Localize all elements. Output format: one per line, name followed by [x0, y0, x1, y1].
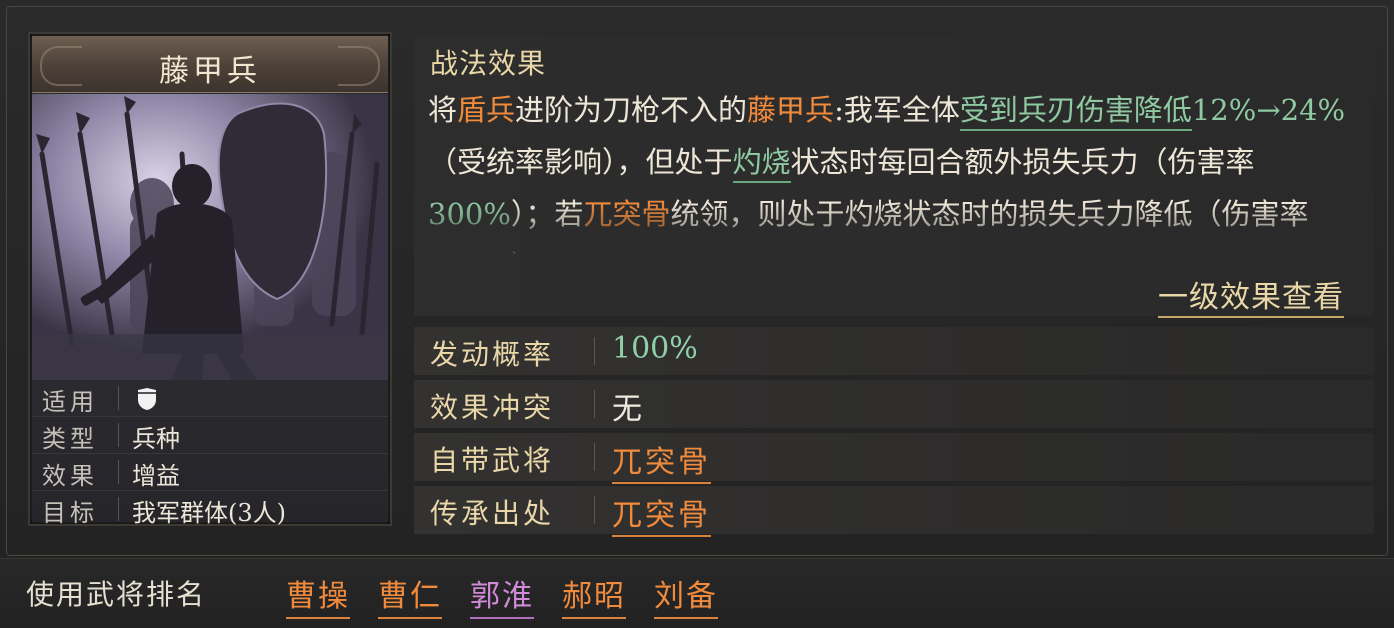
description-text: 进阶为刀枪不入的	[515, 93, 748, 127]
stat-key: 适用	[42, 388, 98, 416]
stat-value: 兵种	[132, 425, 180, 453]
description-text: :我军全体	[834, 93, 960, 127]
general-ranking-bar: 使用武将排名 曹操 曹仁 郭淮 郝昭 刘备	[0, 558, 1394, 628]
prop-key: 自带武将	[430, 444, 555, 477]
description-highlight: 受到兵刃伤害降低	[959, 93, 1192, 131]
shield-icon	[138, 388, 156, 410]
stat-row-effect: 效果 增益	[32, 454, 388, 491]
ranking-label: 使用武将排名	[26, 578, 207, 611]
stat-row-applicable: 适用	[32, 380, 388, 417]
prop-key: 传承出处	[430, 497, 555, 530]
general-link-caoren[interactable]: 曹仁	[378, 571, 442, 619]
prop-divider	[594, 443, 595, 471]
description-highlight: 灼烧	[732, 145, 791, 183]
description-highlight: 250%	[428, 249, 511, 254]
stat-value: 增益	[132, 462, 180, 490]
prop-key: 发动概率	[430, 338, 555, 371]
description-text: 将	[428, 93, 458, 127]
stat-row-type: 类型 兵种	[32, 417, 388, 454]
tactic-detail-window: 藤甲兵 适用 类型 兵种 效果 增益 目标 我军群体(3人) 战法效果 将盾兵进…	[0, 0, 1394, 628]
conflict-value: 无	[612, 392, 642, 427]
trigger-rate-value: 100%	[612, 331, 698, 366]
general-link-haozhao[interactable]: 郝昭	[562, 571, 626, 619]
general-link-liubei[interactable]: 刘备	[654, 571, 718, 619]
effect-title: 战法效果	[430, 47, 547, 80]
stat-divider	[118, 386, 119, 410]
card-title-bar: 藤甲兵	[32, 36, 388, 93]
prop-divider	[594, 337, 595, 365]
description-highlight: 盾兵	[457, 93, 516, 127]
stat-key: 类型	[42, 425, 98, 453]
general-link-caocao[interactable]: 曹操	[286, 571, 350, 619]
description-text: 统领，则处于灼烧状态时的损失兵力降低（伤害率	[670, 197, 1309, 231]
prop-row-own-general: 自带武将 兀突骨	[414, 433, 1374, 484]
description-highlight: 300%	[428, 197, 511, 231]
description-highlight: 兀突骨	[583, 197, 671, 231]
prop-key: 效果冲突	[430, 391, 555, 424]
card-stats: 适用 类型 兵种 效果 增益 目标 我军群体(3人)	[32, 380, 388, 527]
prop-row-inherit-source: 传承出处 兀突骨	[414, 486, 1374, 537]
stat-divider	[118, 460, 119, 484]
stat-divider	[118, 497, 119, 521]
stat-row-target: 目标 我军群体(3人)	[32, 491, 388, 527]
prop-row-conflict: 效果冲突 无	[414, 380, 1374, 428]
card-artwork	[32, 94, 388, 380]
own-general-link[interactable]: 兀突骨	[612, 437, 711, 484]
card-title: 藤甲兵	[159, 54, 261, 89]
prop-divider	[594, 496, 595, 524]
soldiers-silhouette-illustration	[32, 94, 388, 380]
tactic-effect-panel[interactable]: 战法效果 将盾兵进阶为刀枪不入的藤甲兵:我军全体受到兵刃伤害降低12%→24% （…	[414, 36, 1374, 318]
tactic-card: 藤甲兵 适用 类型 兵种 效果 增益 目标 我军群体(3人)	[28, 32, 392, 527]
description-text: ）	[511, 249, 540, 254]
general-link-guohuai[interactable]: 郭淮	[470, 571, 534, 619]
stat-divider	[118, 423, 119, 447]
description-highlight: 12%→24%	[1191, 93, 1346, 127]
effect-description: 将盾兵进阶为刀枪不入的藤甲兵:我军全体受到兵刃伤害降低12%→24% （受统率影响…	[428, 84, 1348, 254]
prop-row-trigger-rate: 发动概率 100%	[414, 327, 1374, 375]
inherit-source-link[interactable]: 兀突骨	[612, 490, 711, 537]
description-text: ）；若	[510, 197, 584, 231]
description-text: 状态时每回合额外损失兵力（伤害率	[790, 145, 1255, 179]
description-highlight: 藤甲兵	[747, 93, 835, 127]
prop-divider	[594, 390, 595, 418]
description-text: （受统率影响），但处于	[428, 145, 733, 179]
stat-key: 效果	[42, 462, 98, 490]
stat-value: 我军群体(3人)	[132, 499, 286, 527]
stat-key: 目标	[42, 499, 98, 527]
level-one-effect-link[interactable]: 一级效果查看	[1158, 272, 1344, 318]
